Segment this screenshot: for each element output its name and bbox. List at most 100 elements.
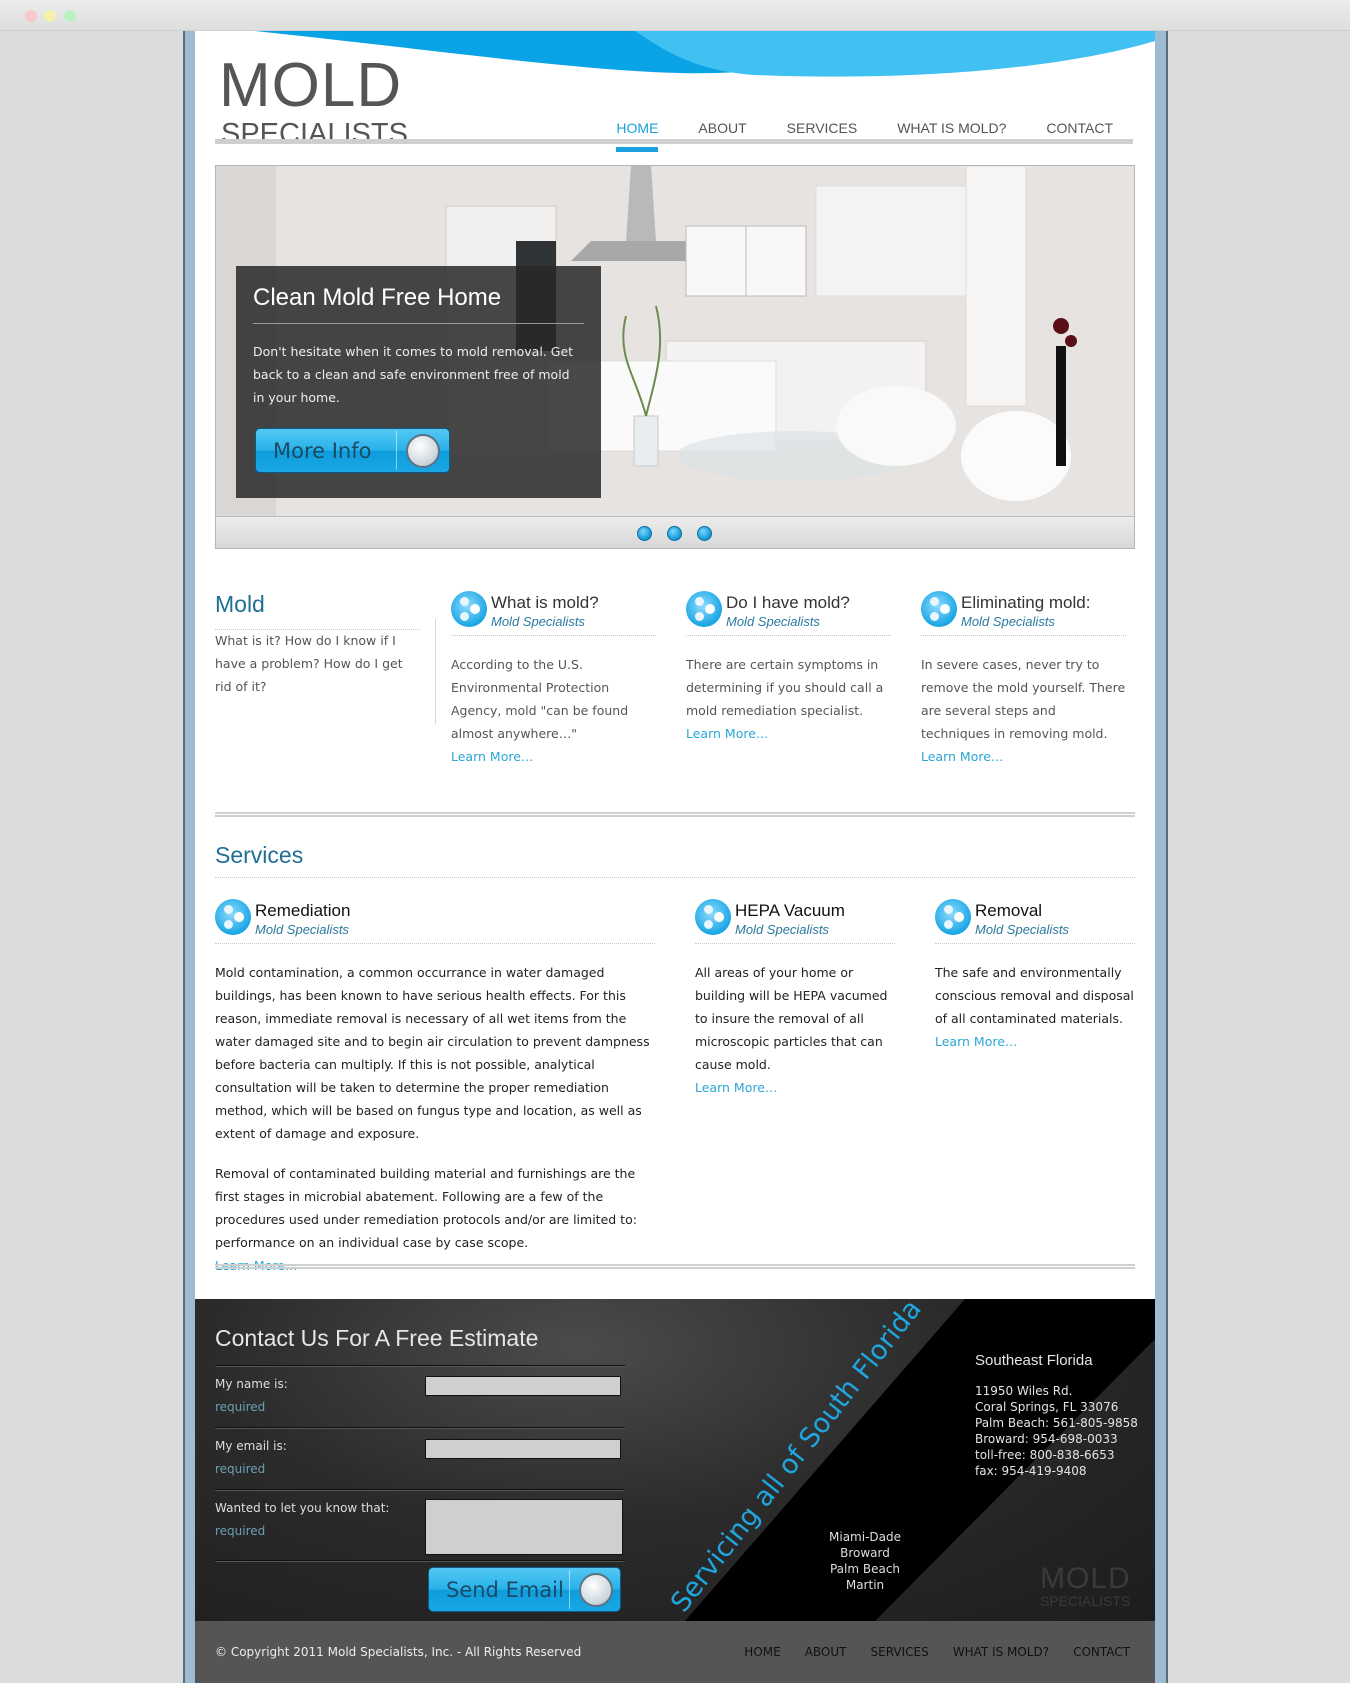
site-footer: © Copyright 2011 Mold Specialists, Inc. … — [195, 1621, 1155, 1683]
section-divider — [215, 812, 1135, 817]
send-email-label: Send Email — [446, 1577, 564, 1602]
service-rule — [935, 943, 1135, 944]
nav-divider — [215, 139, 1133, 144]
footer-nav-contact[interactable]: CONTACT — [1073, 1645, 1130, 1659]
email-required-note: required — [215, 1462, 266, 1476]
zoom-window-button[interactable] — [64, 10, 76, 22]
name-input[interactable] — [425, 1376, 621, 1396]
message-label: Wanted to let you know that: — [215, 1501, 390, 1515]
service-rule — [695, 943, 895, 944]
learn-more-link[interactable]: Learn More… — [935, 1030, 1135, 1053]
slider-pagination — [216, 516, 1134, 548]
learn-more-link[interactable]: Learn More… — [921, 745, 1126, 768]
contact-section: Contact Us For A Free Estimate My name i… — [195, 1299, 1155, 1621]
service-hepa-vacuum: HEPA Vacuum Mold Specialists All areas o… — [695, 899, 895, 1099]
more-info-button[interactable]: More Info — [255, 428, 450, 473]
name-required-note: required — [215, 1400, 266, 1414]
service-paragraph-1: All areas of your home or building will … — [695, 965, 888, 1072]
form-divider — [215, 1489, 625, 1491]
footer-nav-what-is-mold[interactable]: WHAT IS MOLD? — [953, 1645, 1049, 1659]
service-subtitle: Mold Specialists — [975, 922, 1069, 937]
feature-subtitle: Mold Specialists — [961, 614, 1055, 629]
button-divider — [396, 431, 397, 470]
service-remediation: Remediation Mold Specialists Mold contam… — [215, 899, 655, 1273]
copyright-text: © Copyright 2011 Mold Specialists, Inc. … — [215, 1645, 582, 1659]
more-info-label: More Info — [273, 438, 372, 463]
service-areas-list: Miami-Dade Broward Palm Beach Martin — [805, 1529, 925, 1593]
mold-intro-text: What is it? How do I know if I have a pr… — [215, 633, 403, 694]
feature-text: According to the U.S. Environmental Prot… — [451, 653, 656, 768]
feature-rule — [686, 635, 891, 636]
service-subtitle: Mold Specialists — [735, 922, 829, 937]
fax-number: fax: 954-419-9408 — [975, 1464, 1087, 1478]
slide-dot-2[interactable] — [667, 526, 682, 541]
button-divider — [569, 1570, 570, 1609]
feature-what-is-mold: What is mold? Mold Specialists According… — [451, 591, 656, 791]
learn-more-link[interactable]: Learn More… — [686, 722, 891, 745]
services-title-rule — [215, 877, 1135, 878]
office-heading: Southeast Florida — [975, 1352, 1093, 1369]
email-input[interactable] — [425, 1439, 621, 1459]
minimize-window-button[interactable] — [44, 10, 56, 22]
form-divider — [215, 1560, 625, 1562]
message-required-note: required — [215, 1524, 266, 1538]
address-line: 11950 Wiles Rd. — [975, 1384, 1073, 1398]
learn-more-link[interactable]: Learn More… — [451, 745, 656, 768]
send-email-button[interactable]: Send Email — [428, 1567, 621, 1612]
page: MOLD SPECIALISTS HOME ABOUT SERVICES WHA… — [195, 31, 1155, 1683]
mold-section-title: Mold — [215, 591, 265, 617]
feature-title: What is mold? — [491, 593, 599, 612]
molecule-icon — [579, 1572, 613, 1607]
molecule-icon — [451, 591, 487, 627]
area-item: Martin — [845, 1578, 885, 1592]
molecule-icon — [215, 899, 251, 935]
hero-slider: Clean Mold Free Home Don't hesitate when… — [215, 165, 1135, 549]
hero-title: Clean Mold Free Home — [253, 284, 502, 311]
service-text: All areas of your home or building will … — [695, 961, 895, 1099]
section-divider — [215, 1264, 1135, 1269]
feature-text-body: There are certain symptoms in determinin… — [686, 657, 884, 718]
area-item: Palm Beach — [829, 1562, 901, 1576]
slide-dot-1[interactable] — [637, 526, 652, 541]
service-paragraph-2: Removal of contaminated building materia… — [215, 1166, 637, 1250]
close-window-button[interactable] — [25, 10, 37, 22]
slide-dot-3[interactable] — [697, 526, 712, 541]
service-title: HEPA Vacuum — [735, 901, 845, 920]
hero-text: Don't hesitate when it comes to mold rem… — [253, 344, 574, 405]
form-divider — [215, 1427, 625, 1429]
footer-nav-home[interactable]: HOME — [744, 1645, 780, 1659]
service-subtitle: Mold Specialists — [255, 922, 349, 937]
contact-title: Contact Us For A Free Estimate — [215, 1325, 539, 1351]
site-logo[interactable]: MOLD SPECIALISTS — [219, 53, 409, 163]
feature-rule — [451, 635, 656, 636]
feature-eliminating-mold: Eliminating mold: Mold Specialists In se… — [921, 591, 1126, 791]
molecule-icon — [935, 899, 971, 935]
services-section-title: Services — [215, 842, 304, 868]
watermark-mold: MOLD — [1040, 1562, 1131, 1595]
feature-text-body: According to the U.S. Environmental Prot… — [451, 657, 629, 741]
service-title: Remediation — [255, 901, 351, 920]
phone-palm-beach: Palm Beach: 561-805-9858 — [975, 1416, 1138, 1430]
footer-nav-services[interactable]: SERVICES — [871, 1645, 929, 1659]
footer-nav-about[interactable]: ABOUT — [805, 1645, 847, 1659]
molecule-icon — [406, 433, 440, 468]
feature-title: Do I have mold? — [726, 593, 850, 612]
email-label: My email is: — [215, 1439, 287, 1453]
service-paragraph-1: The safe and environmentally conscious r… — [935, 965, 1134, 1026]
service-text: The safe and environmentally conscious r… — [935, 961, 1135, 1053]
learn-more-link[interactable]: Learn More… — [695, 1076, 895, 1099]
footer-logo-watermark: MOLD SPECIALISTS — [1040, 1562, 1131, 1609]
mold-column-divider — [435, 619, 436, 724]
feature-rule — [921, 635, 1126, 636]
feature-text: There are certain symptoms in determinin… — [686, 653, 891, 745]
feature-subtitle: Mold Specialists — [726, 614, 820, 629]
molecule-icon — [686, 591, 722, 627]
molecule-icon — [921, 591, 957, 627]
feature-title: Eliminating mold: — [961, 593, 1091, 612]
phone-broward: Broward: 954-698-0033 — [975, 1432, 1118, 1446]
office-address: Southeast Florida 11950 Wiles Rd. Coral … — [975, 1353, 1138, 1479]
service-title: Removal — [975, 901, 1043, 920]
feature-text-body: In severe cases, never try to remove the… — [921, 657, 1126, 741]
message-textarea[interactable] — [425, 1499, 623, 1555]
form-divider — [215, 1365, 625, 1367]
